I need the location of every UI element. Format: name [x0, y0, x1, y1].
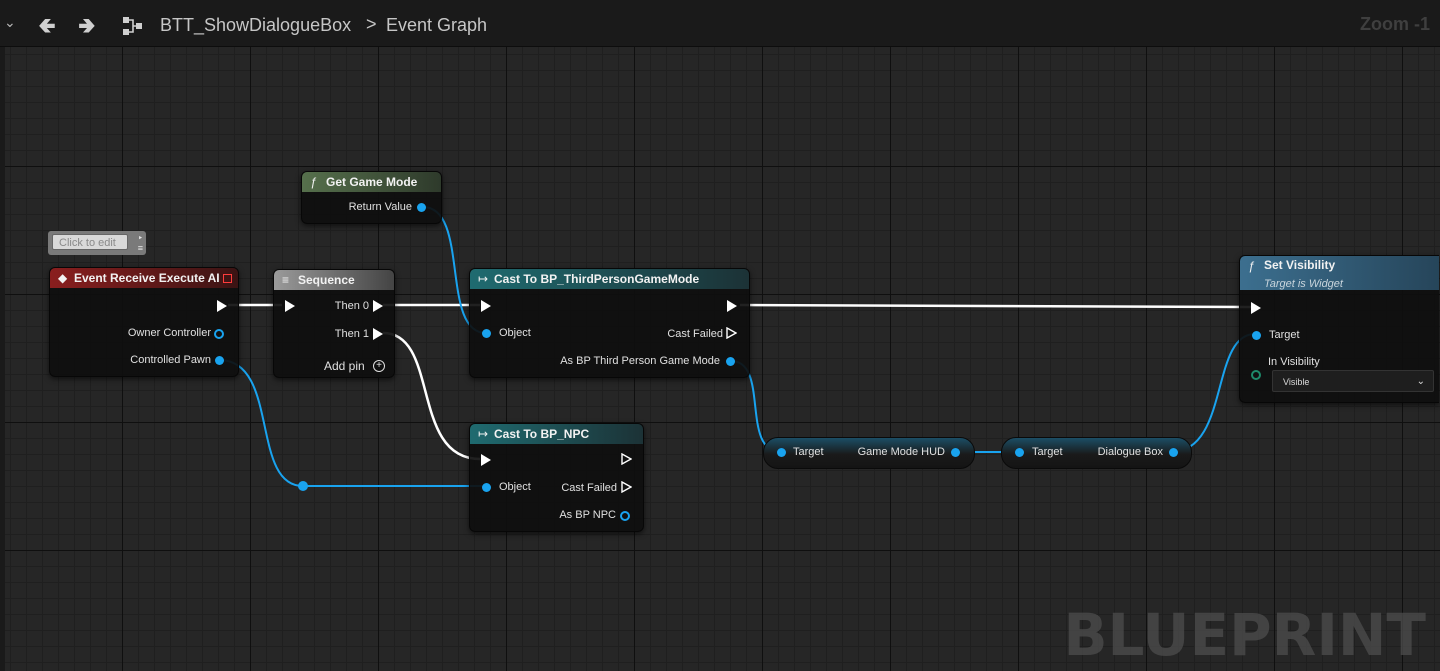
pin-label: As BP NPC: [559, 509, 616, 521]
chevron-down-icon: ⌄: [1416, 376, 1425, 387]
pin-label: Return Value: [348, 201, 412, 213]
add-pin-button[interactable]: Add pin: [324, 359, 365, 373]
node-header: ◆ Event Receive Execute AI: [50, 268, 238, 288]
node-header: ƒ Set Visibility Target is Widget: [1240, 256, 1439, 290]
graph-toolbar: ⌄ 🢀 🢂 BTT_ShowDialogueBox > Event Graph …: [0, 0, 1440, 47]
node-title: Cast To BP_ThirdPersonGameMode: [494, 272, 700, 286]
pin-label: Target: [793, 446, 824, 458]
graph-hierarchy-icon[interactable]: [122, 16, 144, 36]
owner-controller-pin[interactable]: [214, 329, 224, 339]
function-icon: ƒ: [1248, 259, 1255, 273]
pin-label: Object: [499, 327, 531, 339]
dialogue-box-getter[interactable]: Target Dialogue Box: [1001, 437, 1192, 469]
panel-edge: [0, 46, 5, 671]
zoom-level: Zoom -1: [1360, 14, 1430, 34]
dialogue-box-pin[interactable]: [1169, 448, 1178, 457]
pin-label: As BP Third Person Game Mode: [560, 355, 720, 367]
node-title: Sequence: [298, 273, 355, 287]
forward-arrow-icon[interactable]: 🢂: [78, 9, 96, 47]
in-visibility-pin[interactable]: [1251, 370, 1261, 380]
game-mode-hud-getter[interactable]: Target Game Mode HUD: [763, 437, 975, 469]
target-pin[interactable]: [1252, 331, 1261, 340]
cast-failed-pin[interactable]: [621, 481, 632, 493]
function-icon: ƒ: [310, 175, 317, 189]
object-pin[interactable]: [482, 329, 491, 338]
set-visibility-node[interactable]: ƒ Set Visibility Target is Widget Target…: [1239, 255, 1439, 403]
event-diamond-icon: ◆: [58, 271, 68, 285]
dropdown-value: Visible: [1283, 377, 1310, 387]
node-header: ↦ Cast To BP_ThirdPersonGameMode: [470, 269, 749, 289]
exec-in-pin[interactable]: [1251, 302, 1261, 314]
exec-in-pin[interactable]: [285, 300, 295, 312]
breadcrumb-graph[interactable]: Event Graph: [386, 15, 487, 36]
return-value-pin[interactable]: [417, 203, 426, 212]
node-header: ƒ Get Game Mode: [302, 172, 441, 192]
exec-out-pin[interactable]: [217, 300, 227, 312]
then-1-pin[interactable]: [373, 328, 383, 340]
sequence-icon: ≡: [282, 273, 290, 287]
pin-comment-icon[interactable]: ‣ ≡: [138, 233, 143, 253]
pin-label: Then 1: [334, 328, 369, 340]
pin-label: Controlled Pawn: [130, 354, 211, 366]
cast-to-game-mode-node[interactable]: ↦ Cast To BP_ThirdPersonGameMode Object …: [469, 268, 750, 378]
exec-out-pin[interactable]: [621, 453, 632, 465]
pin-label: Then 0: [334, 300, 369, 312]
target-pin[interactable]: [777, 448, 786, 457]
controlled-pawn-pin[interactable]: [215, 356, 224, 365]
pin-label: Target: [1032, 446, 1063, 458]
object-pin[interactable]: [482, 483, 491, 492]
comment-input[interactable]: Click to edit: [52, 234, 128, 250]
breadcrumb-separator: >: [366, 14, 377, 34]
comment-bubble[interactable]: Click to edit ‣ ≡: [48, 231, 146, 255]
cast-to-npc-node[interactable]: ↦ Cast To BP_NPC Object Cast Failed As B…: [469, 423, 644, 532]
cast-icon: ↦: [478, 272, 489, 286]
as-game-mode-pin[interactable]: [726, 357, 735, 366]
cast-failed-pin[interactable]: [726, 327, 737, 339]
back-arrow-icon[interactable]: 🢀: [38, 9, 56, 47]
exec-out-pin[interactable]: [727, 300, 737, 312]
node-header: ↦ Cast To BP_NPC: [470, 424, 643, 444]
then-0-pin[interactable]: [373, 300, 383, 312]
pin-label: Target: [1269, 329, 1300, 341]
node-title: Set Visibility: [1264, 258, 1336, 272]
pin-label: Dialogue Box: [1097, 446, 1163, 458]
node-header: ≡ Sequence: [274, 270, 394, 290]
pin-label: Cast Failed: [667, 328, 723, 340]
exec-in-pin[interactable]: [481, 454, 491, 466]
target-pin[interactable]: [1015, 448, 1024, 457]
visibility-dropdown[interactable]: Visible ⌄: [1272, 370, 1434, 392]
event-receive-execute-ai-node[interactable]: ◆ Event Receive Execute AI Owner Control…: [49, 267, 239, 377]
pin-label: Cast Failed: [561, 482, 617, 494]
pin-label: Game Mode HUD: [857, 446, 945, 458]
get-game-mode-node[interactable]: ƒ Get Game Mode Return Value: [301, 171, 442, 224]
add-pin-icon[interactable]: +: [373, 360, 385, 372]
blueprint-watermark: BLUEPRINT: [1063, 601, 1426, 669]
pin-label: In Visibility: [1268, 356, 1320, 368]
sequence-node[interactable]: ≡ Sequence Then 0 Then 1 Add pin +: [273, 269, 395, 378]
breadcrumb-asset[interactable]: BTT_ShowDialogueBox: [160, 15, 351, 36]
pin-label: Object: [499, 481, 531, 493]
as-npc-pin[interactable]: [620, 511, 630, 521]
exec-in-pin[interactable]: [481, 300, 491, 312]
chevron-down-icon[interactable]: ⌄: [4, 14, 16, 31]
stop-icon: [223, 274, 232, 283]
node-title: Cast To BP_NPC: [494, 427, 590, 441]
node-title: Event Receive Execute AI: [74, 271, 220, 285]
game-mode-hud-pin[interactable]: [951, 448, 960, 457]
cast-icon: ↦: [478, 427, 489, 441]
node-title: Get Game Mode: [326, 175, 418, 189]
pin-label: Owner Controller: [127, 327, 211, 339]
node-subtitle: Target is Widget: [1264, 278, 1343, 290]
